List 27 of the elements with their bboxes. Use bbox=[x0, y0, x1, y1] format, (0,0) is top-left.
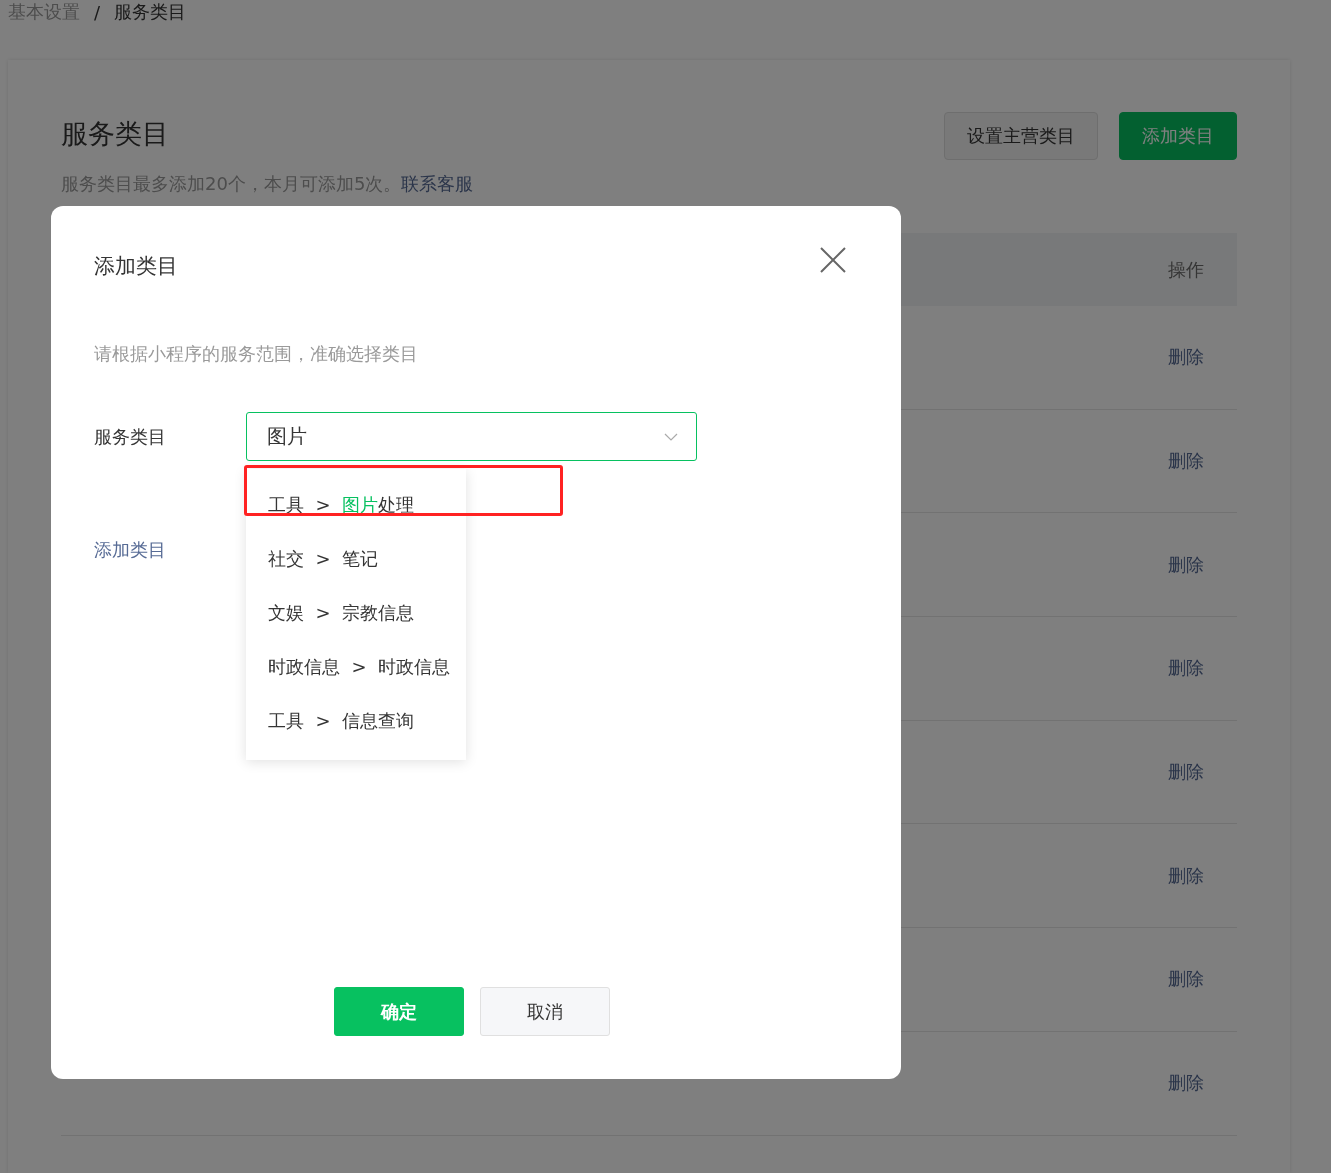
field-label: 服务类目 bbox=[94, 424, 167, 449]
delete-link[interactable]: 删除 bbox=[1168, 449, 1204, 474]
add-category-button[interactable]: 添加类目 bbox=[1119, 112, 1237, 160]
column-header: 操作 bbox=[1168, 257, 1204, 282]
dropdown-option[interactable]: 时政信息 > 时政信息 bbox=[246, 640, 466, 694]
breadcrumb-item: 服务类目 bbox=[114, 0, 187, 24]
add-category-link[interactable]: 添加类目 bbox=[94, 538, 166, 562]
delete-link[interactable]: 删除 bbox=[1168, 760, 1204, 785]
delete-link[interactable]: 删除 bbox=[1168, 656, 1204, 681]
delete-link[interactable]: 删除 bbox=[1168, 967, 1204, 992]
breadcrumb-separator: / bbox=[94, 1, 101, 23]
delete-link[interactable]: 删除 bbox=[1168, 345, 1204, 370]
chevron-down-icon bbox=[664, 432, 678, 441]
delete-link[interactable]: 删除 bbox=[1168, 552, 1204, 577]
contact-link[interactable]: 联系客服 bbox=[401, 173, 474, 194]
page-title: 服务类目 bbox=[61, 117, 170, 151]
cancel-button[interactable]: 取消 bbox=[480, 987, 610, 1036]
confirm-button[interactable]: 确定 bbox=[334, 987, 464, 1036]
dialog-hint: 请根据小程序的服务范围，准确选择类目 bbox=[94, 342, 419, 366]
set-main-category-button[interactable]: 设置主营类目 bbox=[944, 112, 1098, 160]
delete-link[interactable]: 删除 bbox=[1168, 863, 1204, 888]
close-icon[interactable] bbox=[819, 246, 847, 274]
dropdown-option[interactable]: 文娱 > 宗教信息 bbox=[246, 586, 466, 640]
dialog-title: 添加类目 bbox=[94, 253, 178, 280]
dropdown-option[interactable]: 社交 > 笔记 bbox=[246, 532, 466, 586]
dropdown-option[interactable]: 工具 > 信息查询 bbox=[246, 694, 466, 748]
delete-link[interactable]: 删除 bbox=[1168, 1071, 1204, 1096]
